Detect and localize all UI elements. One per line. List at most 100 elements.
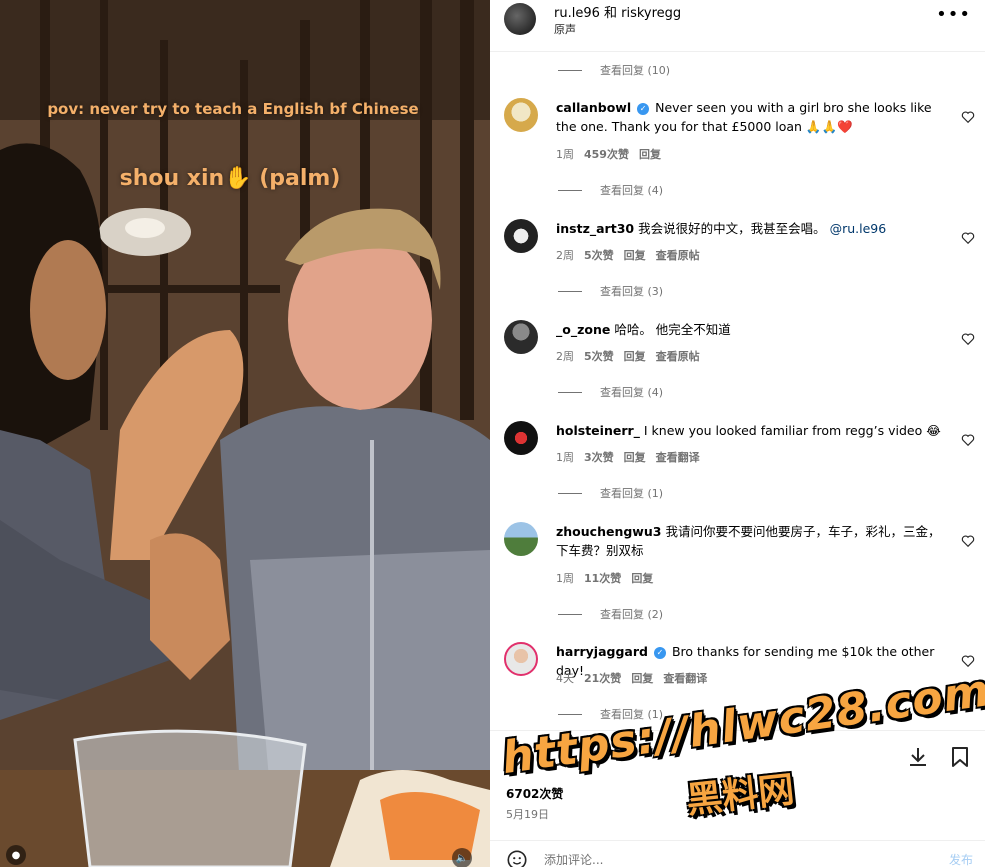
commenter-avatar[interactable]	[504, 98, 538, 132]
reply-button[interactable]: 回复	[624, 247, 646, 263]
author-avatar[interactable]	[504, 3, 536, 35]
video-frame	[0, 0, 490, 867]
post-date: 5月19日	[506, 808, 549, 821]
comment-meta: 4天 21次赞 回复 查看翻译	[556, 670, 717, 686]
comment-age: 1周	[556, 572, 574, 585]
view-replies-button[interactable]: 查看回复 (1)	[558, 485, 663, 501]
view-original-button[interactable]: 查看原帖	[656, 348, 700, 364]
comment-age: 2周	[556, 350, 574, 363]
view-replies-button[interactable]: 查看回复 (2)	[558, 606, 663, 622]
post-action-bar	[490, 730, 985, 785]
volume-icon[interactable]: 🔈	[452, 848, 472, 867]
download-icon[interactable]	[906, 745, 930, 769]
divider	[558, 713, 582, 715]
commenter-avatar[interactable]	[504, 219, 538, 253]
comment-body: _o_zone 哈哈。 他完全不知道	[556, 320, 950, 339]
reply-button[interactable]: 回复	[631, 570, 653, 586]
add-comment-bar: 发布	[490, 840, 985, 867]
divider	[558, 189, 582, 191]
video-player[interactable]: pov: never try to teach a English bf Chi…	[0, 0, 490, 867]
divider	[558, 290, 582, 292]
verified-badge-icon: ✓	[653, 646, 666, 659]
reply-button[interactable]: 回复	[624, 348, 646, 364]
comment-age: 1周	[556, 451, 574, 464]
author-names[interactable]: ru.le96 和 riskyregg	[554, 2, 681, 21]
view-replies-button[interactable]: 查看回复 (4)	[558, 182, 663, 198]
reply-button[interactable]: 回复	[624, 449, 646, 465]
share-icon[interactable]	[584, 745, 608, 769]
comment-icon[interactable]	[544, 745, 568, 769]
divider	[558, 69, 582, 71]
comment-like-count[interactable]: 21次赞	[584, 670, 621, 686]
comment-meta: 1周 11次赞 回复	[556, 570, 663, 586]
view-replies-label: 查看回复 (4)	[600, 184, 664, 197]
more-options-icon[interactable]: •••	[936, 4, 971, 25]
video-caption-main: shou xin✋ (palm)	[119, 166, 341, 191]
post-header: ru.le96 和 riskyregg 原声 •••	[490, 0, 985, 52]
view-replies-label: 查看回复 (2)	[600, 608, 664, 621]
comment-text: 哈哈。 他完全不知道	[614, 322, 731, 337]
comment-like-count[interactable]: 5次赞	[584, 247, 614, 263]
view-replies-label: 查看回复 (4)	[600, 386, 664, 399]
comment-like-heart-icon[interactable]	[961, 534, 975, 548]
comment-like-heart-icon[interactable]	[961, 433, 975, 447]
commenter-avatar[interactable]	[504, 421, 538, 455]
reply-button[interactable]: 回复	[631, 670, 653, 686]
divider	[558, 613, 582, 615]
comment-age: 4天	[556, 672, 574, 685]
comment-username[interactable]: harryjaggard	[556, 644, 648, 659]
view-replies-label: 查看回复 (3)	[600, 285, 664, 298]
comment-username[interactable]: _o_zone	[556, 322, 610, 337]
comment-body: zhouchengwu3 我请问你要不要问他要房子，车子，彩礼，三金，下车费？别…	[556, 522, 950, 560]
view-original-button[interactable]: 查看原帖	[656, 247, 700, 263]
comment-text: 我会说很好的中文，我甚至会唱。	[638, 221, 826, 236]
comment-body: holsteinerr_ I knew you looked familiar …	[556, 421, 950, 440]
comment-like-heart-icon[interactable]	[961, 332, 975, 346]
commenter-avatar[interactable]	[504, 522, 538, 556]
view-replies-label: 查看回复 (1)	[600, 487, 664, 500]
view-translation-button[interactable]: 查看翻译	[663, 670, 707, 686]
comment-username[interactable]: holsteinerr_	[556, 423, 640, 438]
verified-badge-icon: ✓	[637, 102, 650, 115]
comment-meta: 2周 5次赞 回复 查看原帖	[556, 348, 710, 364]
comment-meta: 1周 459次赞 回复	[556, 146, 671, 162]
post-sidebar: ru.le96 和 riskyregg 原声 ••• 查看回复 (10) cal…	[490, 0, 985, 867]
comment-meta: 1周 3次赞 回复 查看翻译	[556, 449, 710, 465]
audio-label[interactable]: 原声	[554, 21, 576, 37]
reply-button[interactable]: 回复	[639, 146, 661, 162]
comment-like-heart-icon[interactable]	[961, 654, 975, 668]
view-translation-button[interactable]: 查看翻译	[656, 449, 700, 465]
comment-mention[interactable]: @ru.le96	[830, 221, 887, 236]
view-replies-label: 查看回复 (10)	[600, 64, 671, 77]
like-count[interactable]: 6702次赞	[506, 785, 563, 802]
comment-meta: 2周 5次赞 回复 查看原帖	[556, 247, 710, 263]
view-replies-button[interactable]: 查看回复 (10)	[558, 62, 670, 78]
emoji-icon[interactable]	[506, 849, 528, 867]
divider	[558, 492, 582, 494]
comment-body: instz_art30 我会说很好的中文，我甚至会唱。 @ru.le96	[556, 219, 950, 238]
comment-like-heart-icon[interactable]	[961, 231, 975, 245]
divider	[558, 391, 582, 393]
comment-like-heart-icon[interactable]	[961, 110, 975, 124]
comment-input[interactable]	[544, 851, 904, 867]
comment-like-count[interactable]: 459次赞	[584, 146, 629, 162]
view-replies-button[interactable]: 查看回复 (1)	[558, 706, 663, 722]
comment-body: callanbowl ✓ Never seen you with a girl …	[556, 98, 950, 136]
tag-icon[interactable]: ●	[6, 845, 26, 865]
comment-age: 1周	[556, 148, 574, 161]
view-replies-button[interactable]: 查看回复 (4)	[558, 384, 663, 400]
comment-username[interactable]: instz_art30	[556, 221, 634, 236]
comment-list[interactable]: 查看回复 (10) callanbowl ✓ Never seen you wi…	[490, 52, 985, 730]
post-comment-button[interactable]: 发布	[949, 851, 973, 867]
comment-text: I knew you looked familiar from regg’s v…	[643, 423, 941, 438]
comment-username[interactable]: callanbowl	[556, 100, 631, 115]
commenter-avatar[interactable]	[504, 642, 538, 676]
comment-username[interactable]: zhouchengwu3	[556, 524, 661, 539]
commenter-avatar[interactable]	[504, 320, 538, 354]
heart-icon[interactable]	[504, 745, 528, 769]
view-replies-button[interactable]: 查看回复 (3)	[558, 283, 663, 299]
comment-like-count[interactable]: 3次赞	[584, 449, 614, 465]
bookmark-icon[interactable]	[948, 745, 972, 769]
comment-like-count[interactable]: 5次赞	[584, 348, 614, 364]
comment-like-count[interactable]: 11次赞	[584, 570, 621, 586]
